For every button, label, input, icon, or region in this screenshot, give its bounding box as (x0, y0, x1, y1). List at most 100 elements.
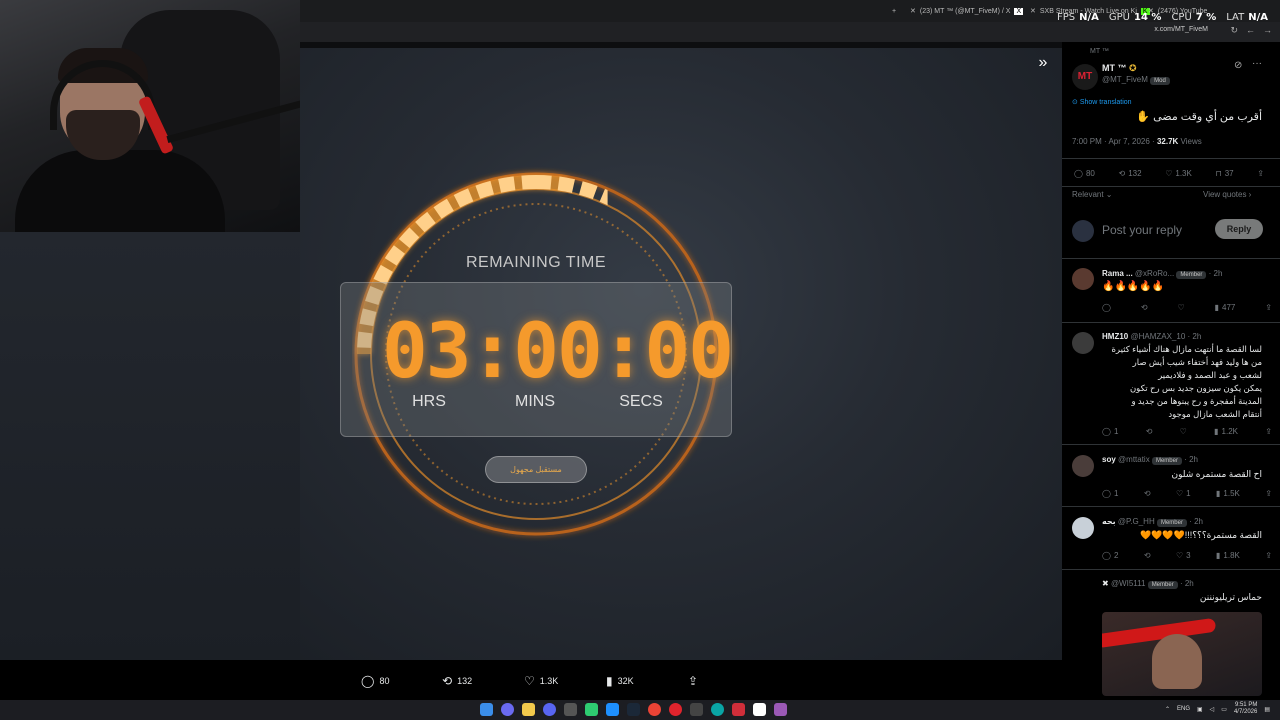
views-button[interactable]: ▮ 1.2K (1214, 427, 1238, 436)
reply-count: 1 (1113, 427, 1119, 436)
app-icon[interactable] (564, 703, 577, 716)
divider (1062, 444, 1280, 445)
view-quotes-label: View quotes (1203, 190, 1247, 199)
chevron-up-icon[interactable]: ⌃ (1165, 706, 1170, 713)
reply-author[interactable]: ✖ (1102, 579, 1109, 588)
repost-button[interactable]: ⟲ (1144, 551, 1151, 560)
tab-mt-fivem[interactable]: ✕ (23) MT ™ (@MT_FiveM) / X X (910, 4, 1024, 18)
view-quotes-link[interactable]: View quotes › (1203, 190, 1251, 199)
divider (1062, 322, 1280, 323)
battery-icon[interactable]: ▭ (1221, 706, 1227, 713)
user-avatar (1072, 220, 1094, 242)
start-icon[interactable] (480, 703, 493, 716)
repost-button[interactable]: ⟲ (1144, 489, 1151, 498)
share-icon: ⇪ (1265, 303, 1272, 312)
reply-button[interactable]: Reply (1215, 219, 1263, 239)
media-share-button[interactable]: ⇪ (688, 674, 698, 688)
repost-icon: ⟲ (1140, 303, 1148, 312)
network-icon[interactable]: ▣ (1197, 706, 1203, 713)
reply-author[interactable]: soy (1102, 455, 1116, 464)
repost-icon: ⟲ (1143, 551, 1151, 560)
opera-icon[interactable] (669, 703, 682, 716)
media-views-button[interactable]: ▮ 32K (606, 674, 634, 688)
repost-button[interactable]: ⟲ (1146, 427, 1153, 436)
media-repost-button[interactable]: ⟲ 132 (442, 674, 472, 688)
like-button[interactable]: ♡ 1.3K (1165, 169, 1192, 178)
video-backdrop-left (0, 232, 300, 660)
app-icon[interactable] (732, 703, 745, 716)
reply-author[interactable]: HMZ10 (1102, 332, 1128, 341)
post-actions: ◯ 80 ⟲ 132 ♡ 1.3K ⊓ 37 ⇪ (1074, 169, 1264, 178)
view-count: 477 (1222, 303, 1236, 312)
app-icon[interactable] (606, 703, 619, 716)
reply-icon: ◯ (1102, 427, 1111, 436)
notification-icon[interactable]: ▤ (1264, 706, 1270, 713)
forward-icon[interactable]: → (1263, 25, 1272, 36)
app-icon[interactable] (690, 703, 703, 716)
grok-icon[interactable]: ⊘ (1234, 60, 1242, 71)
like-button[interactable]: ♡ 3 (1176, 551, 1191, 560)
clock[interactable]: 9:51 PM 4/7/2026 (1234, 702, 1257, 716)
more-options-icon[interactable]: ··· (1252, 58, 1262, 69)
reply-input[interactable]: Post your reply (1102, 223, 1182, 237)
share-button[interactable]: ⇪ (1265, 551, 1272, 560)
bookmark-button[interactable]: ⊓ 37 (1215, 169, 1233, 178)
repost-button[interactable]: ⟲ (1141, 303, 1148, 312)
media-like-button[interactable]: ♡ 1.3K (524, 674, 558, 688)
chrome-icon[interactable] (648, 703, 661, 716)
media-reply-button[interactable]: ◯ 80 (361, 674, 389, 688)
repost-button[interactable]: ⟲ 132 (1119, 169, 1142, 178)
steam-icon[interactable] (627, 703, 640, 716)
reload-icon[interactable]: ↻ (1230, 25, 1238, 36)
back-icon[interactable]: ← (1246, 25, 1255, 36)
author-handle-row: @MT_FiveM Mod (1102, 75, 1280, 85)
like-count: 1.3K (539, 676, 559, 686)
author-avatar[interactable]: MT (1072, 64, 1098, 90)
share-button[interactable]: ⇪ (1257, 169, 1264, 178)
like-button[interactable]: ♡ 1 (1176, 489, 1191, 498)
show-translation-link[interactable]: ⊙ Show translation (1072, 98, 1280, 106)
reply-avatar[interactable] (1072, 268, 1094, 290)
reply-button[interactable]: ◯ 2 (1102, 551, 1118, 560)
address-url[interactable]: x.com/MT_FiveM (1154, 26, 1208, 33)
view-count: 1.8K (1223, 551, 1240, 560)
reply-line: لسا القصة ما أنتهت مازال هناك أشياء كثير… (1111, 344, 1262, 354)
expand-panel-icon[interactable]: » (1034, 54, 1052, 72)
reply-button[interactable]: ◯ 80 (1074, 169, 1095, 178)
reply-icon: ◯ (1102, 489, 1111, 498)
reply-button[interactable]: ◯ 1 (1102, 489, 1118, 498)
reply-media-image[interactable] (1102, 612, 1262, 696)
views-button[interactable]: ▮ 1.5K (1216, 489, 1240, 498)
reply-button[interactable]: ◯ (1102, 303, 1111, 312)
capcut-icon[interactable] (753, 703, 766, 716)
views-button[interactable]: ▮ 477 (1215, 303, 1236, 312)
system-tray: ⌃ ENG ▣ ◁ ▭ 9:51 PM 4/7/2026 ▤ (1165, 702, 1270, 716)
edge-icon[interactable] (711, 703, 724, 716)
file-explorer-icon[interactable] (522, 703, 535, 716)
close-icon[interactable]: ✕ (910, 7, 916, 15)
share-button[interactable]: ⇪ (1265, 489, 1272, 498)
views-button[interactable]: ▮ 1.8K (1216, 551, 1240, 560)
reply-author[interactable]: بحه (1102, 517, 1116, 526)
divider (1062, 158, 1280, 159)
app-icon[interactable] (774, 703, 787, 716)
reply-author[interactable]: Rama ... (1102, 269, 1133, 278)
discord-icon[interactable] (543, 703, 556, 716)
view-count: 1.5K (1223, 489, 1240, 498)
share-button[interactable]: ⇪ (1265, 303, 1272, 312)
new-tab-button[interactable]: + (892, 4, 896, 18)
language-indicator[interactable]: ENG (1177, 706, 1190, 712)
volume-icon[interactable]: ◁ (1210, 706, 1215, 713)
like-button[interactable]: ♡ (1178, 303, 1185, 312)
like-button[interactable]: ♡ (1180, 427, 1187, 436)
close-icon[interactable]: ✕ (1030, 7, 1036, 15)
reply-line: يمكن يكون سيزون جديد بس رح تكون (1129, 383, 1262, 393)
repost-icon: ⟲ (1145, 427, 1153, 436)
member-badge: Member (1151, 457, 1182, 465)
reply-button[interactable]: ◯ 1 (1102, 427, 1118, 436)
copilot-icon[interactable] (501, 703, 514, 716)
views-icon: ▮ (1216, 551, 1221, 560)
share-button[interactable]: ⇪ (1265, 427, 1272, 436)
app-icon[interactable] (585, 703, 598, 716)
share-icon: ⇪ (1257, 169, 1264, 178)
